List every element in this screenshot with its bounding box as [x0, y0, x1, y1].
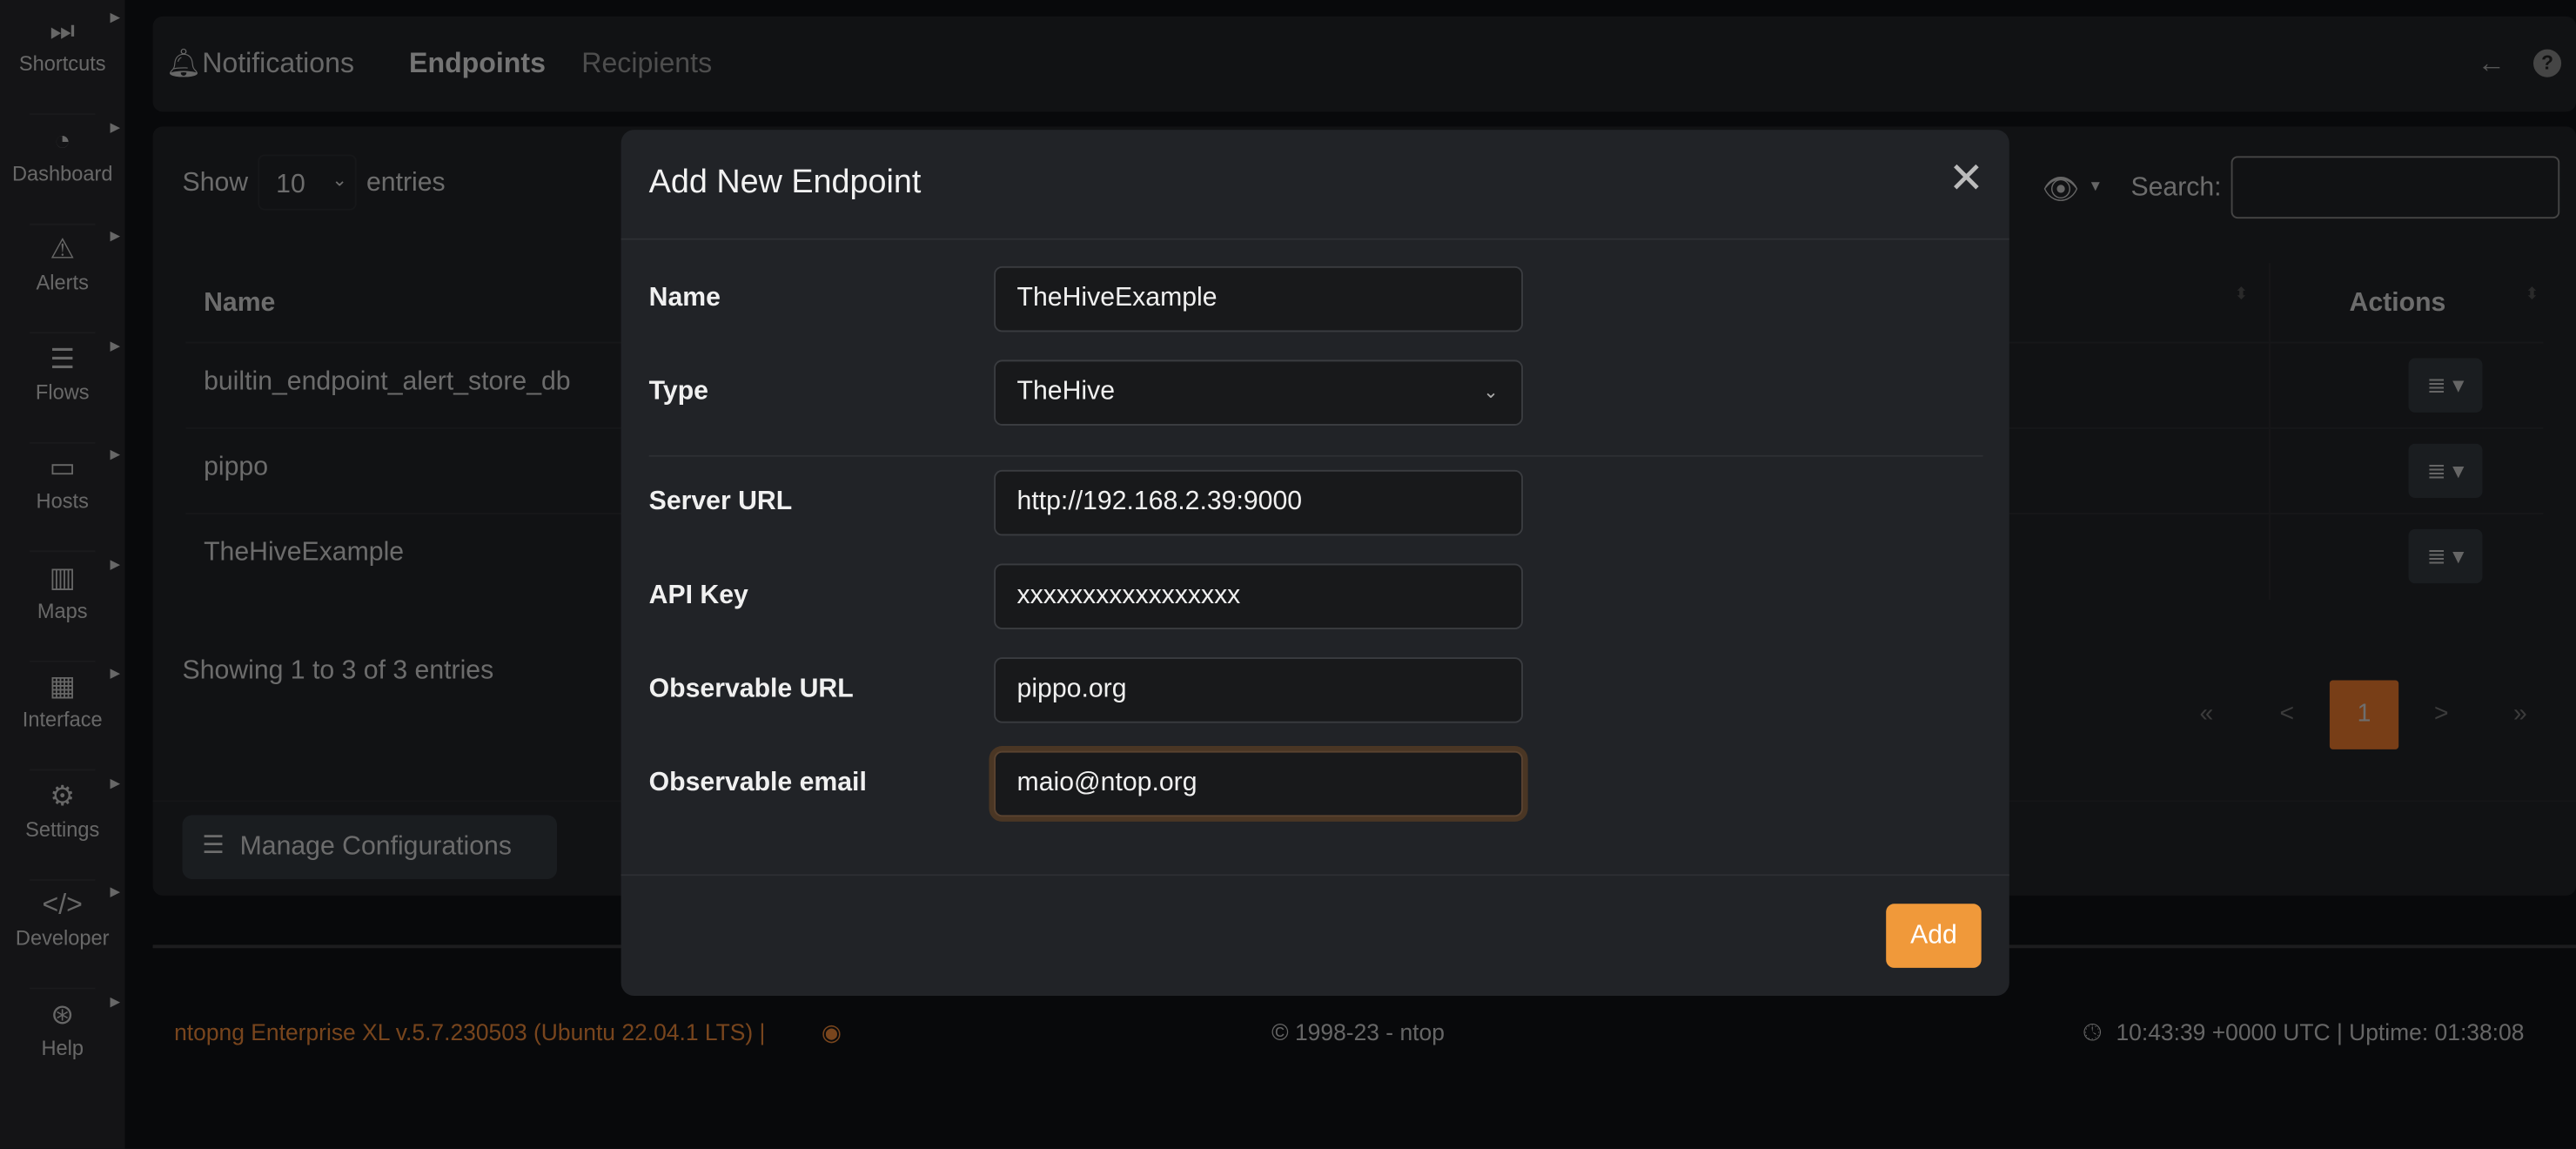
observable-url-label: Observable URL — [648, 675, 854, 703]
observable-email-input[interactable]: maio@ntop.org — [994, 750, 1523, 817]
modal-title: Add New Endpoint — [648, 164, 922, 201]
observable-url-value: pippo.org — [1016, 675, 1127, 703]
add-endpoint-modal: Add New Endpoint ✕ Name TheHiveExample T… — [621, 130, 2009, 997]
close-icon[interactable]: ✕ — [1949, 153, 1984, 205]
type-select[interactable]: TheHive ⌄ — [994, 359, 1523, 426]
server-url-input[interactable]: http://192.168.2.39:9000 — [994, 469, 1523, 536]
server-url-value: http://192.168.2.39:9000 — [1016, 487, 1303, 516]
name-input[interactable]: TheHiveExample — [994, 265, 1523, 333]
server-url-label: Server URL — [648, 487, 793, 516]
type-label: Type — [648, 378, 708, 407]
api-key-input[interactable]: xxxxxxxxxxxxxxxxx — [994, 563, 1523, 630]
add-button[interactable]: Add — [1886, 904, 1982, 968]
app: ⏭Shortcuts▶◔Dashboard▶⚠Alerts▶☰Flows▶▭Ho… — [0, 0, 2576, 1149]
observable-url-input[interactable]: pippo.org — [994, 657, 1523, 723]
type-value: TheHive — [1016, 378, 1116, 407]
observable-email-label: Observable email — [648, 769, 867, 797]
api-key-label: API Key — [648, 581, 748, 610]
name-value: TheHiveExample — [1016, 284, 1218, 312]
name-label: Name — [648, 284, 721, 312]
chevron-down-icon: ⌄ — [1483, 382, 1499, 403]
api-key-value: xxxxxxxxxxxxxxxxx — [1016, 581, 1241, 610]
observable-email-value: maio@ntop.org — [1016, 769, 1197, 797]
